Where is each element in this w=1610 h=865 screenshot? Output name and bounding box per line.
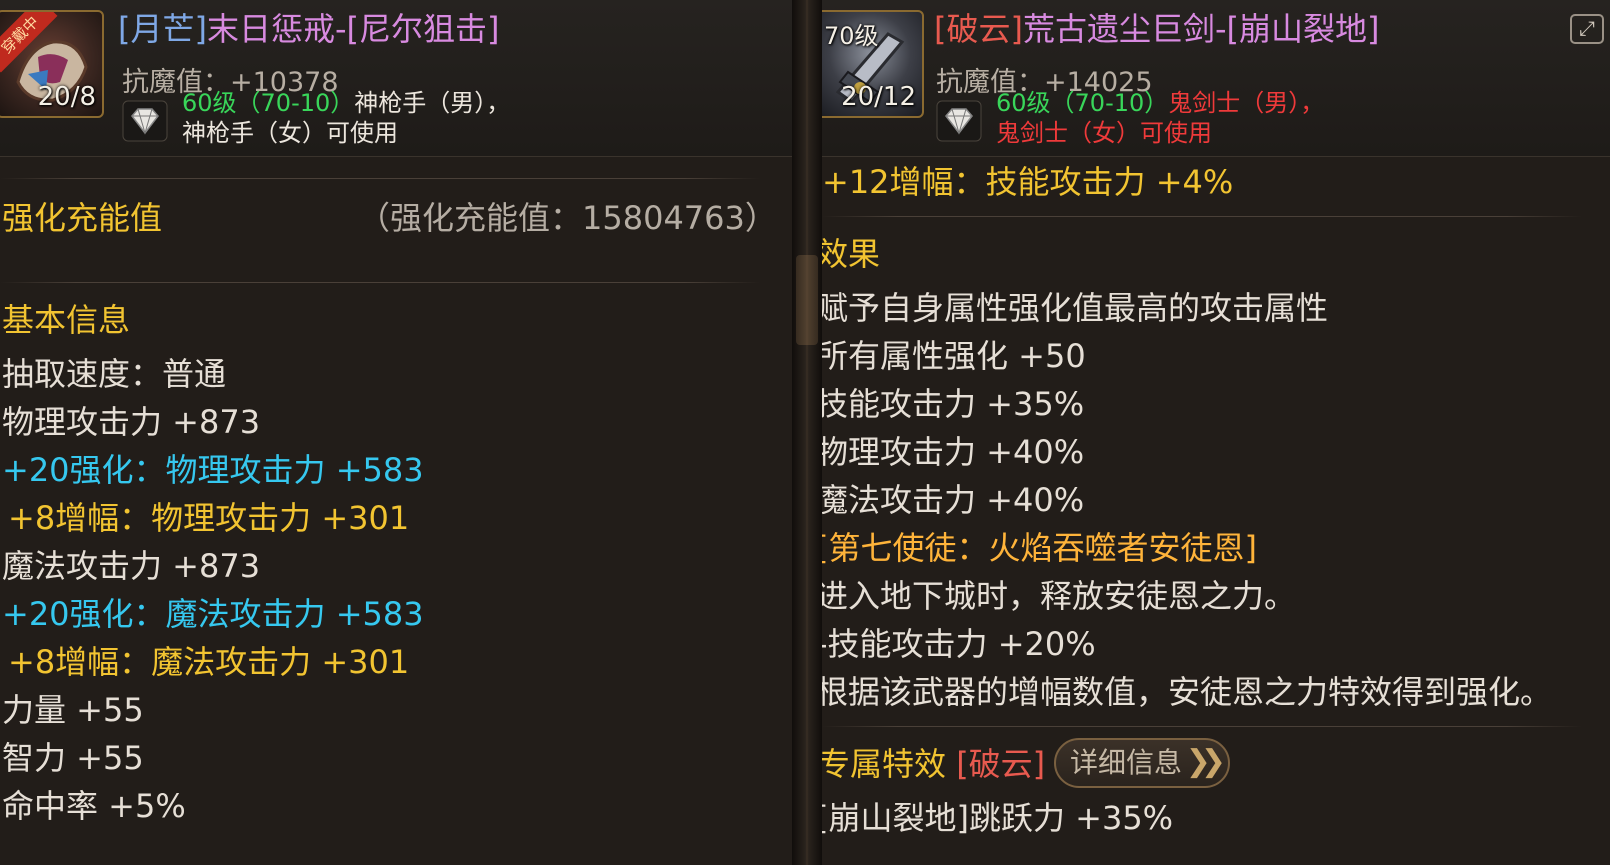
detail-info-label: 详细信息 — [1070, 746, 1183, 779]
charge-label: 强化充能值 — [2, 199, 163, 237]
stat-row: 命中率 +5% — [2, 787, 186, 825]
double-chevron-right-icon: ❯❯ — [1185, 744, 1226, 779]
left-item-title: [月芒]末日惩戒-[尼尔狙击] — [118, 4, 500, 50]
effect-row: 技能攻击力 +35% — [822, 385, 1085, 423]
effect-row: 赋予自身属性强化值最高的攻击属性 — [822, 289, 1329, 327]
apostle-line: -技能攻击力 +20% — [822, 625, 1096, 663]
apostle-line: 进入地下城时，释放安徒恩之力。 — [822, 577, 1297, 615]
detail-info-button[interactable]: 详细信息 ❯❯ — [1054, 738, 1230, 788]
stat-row: +8增幅：魔法攻击力 +301 — [8, 643, 410, 681]
effect-row: 所有属性强化 +50 — [822, 337, 1086, 375]
panel-divider-knob — [796, 255, 818, 345]
left-class-line2: 神枪手（女）可使用 — [182, 119, 398, 147]
left-item-icon[interactable]: 穿戴中 20/8 — [0, 10, 104, 118]
right-item-icon[interactable]: 70级 20/12 — [822, 10, 924, 118]
gem-icon — [122, 100, 168, 142]
separator — [0, 282, 760, 283]
effect-row: 魔法攻击力 +40% — [822, 481, 1085, 519]
left-icon-count: 20/8 — [37, 82, 96, 112]
stat-row: +20强化：物理攻击力 +583 — [2, 451, 424, 489]
stat-row: 力量 +55 — [2, 691, 144, 729]
charge-value: （强化充能值：15804763） — [358, 199, 777, 237]
left-level-requirement: 60级（70-10）神枪手（男）， 神枪手（女）可使用 — [182, 88, 510, 148]
left-title-prefix: [月芒] — [118, 10, 207, 48]
exclusive-label: 专属特效 — [822, 745, 947, 783]
right-icon-count: 20/12 — [841, 82, 916, 112]
effect-row: 物理攻击力 +40% — [822, 433, 1085, 471]
compare-toggle-button[interactable]: ⤢ — [1570, 14, 1604, 44]
apostle-line: 根据该武器的增幅数值，安徒恩之力特效得到强化。 — [822, 673, 1553, 711]
exclusive-tag: [破云] — [956, 745, 1046, 783]
left-level-range: 60级（70-10） — [182, 89, 355, 117]
right-class-line2: 鬼剑士（女）可使用 — [996, 119, 1212, 147]
separator — [822, 216, 1582, 217]
stat-row: 智力 +55 — [2, 739, 144, 777]
exclusive-effect-label: 专属特效 [破云] — [822, 744, 1045, 784]
right-item-title: [破云]荒古遗尘巨剑-[崩山裂地] — [934, 4, 1380, 50]
exclusive-effect-row: [崩山裂地]跳跃力 +35% — [822, 799, 1174, 837]
stat-row: 抽取速度：普通 — [2, 355, 227, 393]
right-tooltip-header: 70级 20/12 [破云]荒古遗尘巨剑-[崩山裂地] 抗魔值：+14025 6… — [822, 0, 1610, 157]
apostle-title: [第七使徒：火焰吞噬者安徒恩] — [822, 529, 1257, 567]
panel-divider — [792, 0, 822, 865]
right-item-tooltip: 70级 20/12 [破云]荒古遗尘巨剑-[崩山裂地] 抗魔值：+14025 6… — [822, 0, 1610, 865]
right-level-requirement: 60级（70-10）鬼剑士（男）， 鬼剑士（女）可使用 — [996, 88, 1324, 148]
gem-icon — [936, 100, 982, 142]
separator — [822, 726, 1582, 727]
right-title-main: 荒古遗尘巨剑-[崩山裂地] — [1022, 10, 1380, 48]
stat-row: +8增幅：物理攻击力 +301 — [8, 499, 410, 537]
right-title-prefix: [破云] — [934, 10, 1023, 48]
left-title-main: 末日惩戒-[尼尔狙击] — [206, 10, 500, 48]
right-class-line1: 鬼剑士（男）， — [1168, 89, 1325, 117]
amp-line: +12增幅：技能攻击力 +4% — [822, 163, 1234, 201]
left-item-tooltip: 穿戴中 20/8 [月芒]末日惩戒-[尼尔狙击] 抗魔值：+10378 60级（… — [0, 0, 792, 865]
separator — [0, 178, 760, 179]
stat-row: 物理攻击力 +873 — [2, 403, 261, 441]
left-class-line1: 神枪手（男）， — [354, 89, 511, 117]
right-level-range: 60级（70-10） — [996, 89, 1169, 117]
left-tooltip-header: 穿戴中 20/8 [月芒]末日惩戒-[尼尔狙击] 抗魔值：+10378 60级（… — [0, 0, 792, 157]
stat-row: 魔法攻击力 +873 — [2, 547, 261, 585]
basic-info-heading: 基本信息 — [2, 301, 131, 339]
right-icon-level: 70级 — [824, 22, 879, 50]
stat-row: +20强化：魔法攻击力 +583 — [2, 595, 424, 633]
effect-heading: 效果 — [822, 235, 881, 273]
